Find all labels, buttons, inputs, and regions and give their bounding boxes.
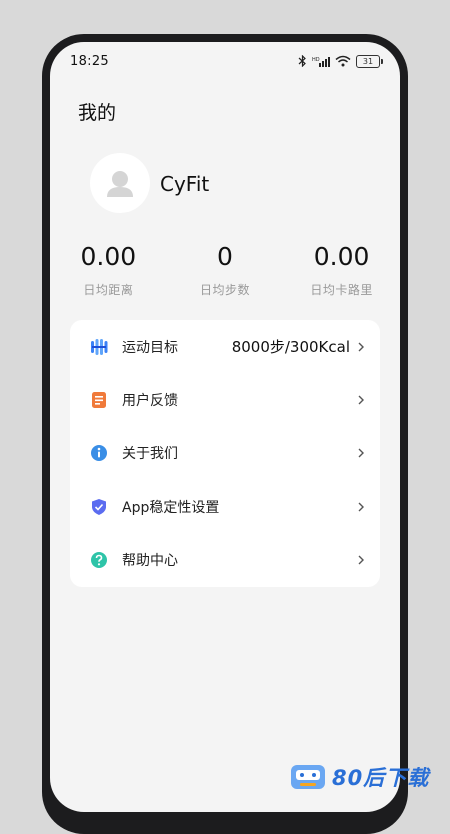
- battery-indicator: 31: [356, 54, 383, 68]
- avatar[interactable]: [90, 153, 150, 213]
- bluetooth-icon: [298, 55, 306, 67]
- watermark: 80后下载: [290, 762, 429, 792]
- wifi-icon: [335, 55, 351, 67]
- svg-text:HD: HD: [312, 57, 320, 63]
- chevron-right-icon: [358, 555, 364, 565]
- signal-icon: HD: [312, 56, 330, 67]
- stat-value: 0: [217, 242, 233, 271]
- info-icon: [90, 444, 108, 462]
- chevron-right-icon: [358, 502, 364, 512]
- stat-calories: 0.00 日均卡路里: [283, 242, 400, 298]
- username: CyFit: [160, 172, 210, 196]
- stat-distance: 0.00 日均距离: [50, 242, 167, 298]
- chevron-right-icon: [358, 342, 364, 352]
- menu-label: 关于我们: [122, 446, 178, 463]
- watermark-text: 80后下载: [332, 766, 430, 790]
- menu-item-stability[interactable]: App稳定性设置: [70, 480, 380, 533]
- menu-label: 运动目标: [122, 339, 178, 356]
- status-icons: HD 31: [298, 54, 383, 68]
- chevron-right-icon: [358, 395, 364, 405]
- stats-row: 0.00 日均距离 0 日均步数 0.00 日均卡路里: [50, 242, 400, 298]
- chevron-right-icon: [358, 448, 364, 458]
- stat-label: 日均步数: [199, 283, 250, 297]
- help-icon: [90, 551, 108, 569]
- stat-steps: 0 日均步数: [167, 242, 284, 298]
- menu-item-about[interactable]: 关于我们: [70, 427, 380, 480]
- menu-item-feedback[interactable]: 用户反馈: [70, 373, 380, 426]
- watermark-logo-icon: [291, 765, 325, 789]
- target-icon: [90, 338, 108, 356]
- menu-card: 运动目标 8000步/300Kcal 用户反馈 关于我们 App稳定性设置 帮助…: [70, 320, 380, 587]
- stat-value: 0.00: [80, 242, 137, 271]
- stat-label: 日均距离: [83, 283, 134, 297]
- default-avatar-icon: [107, 171, 133, 197]
- screen: 18:25 HD 31 我的 CyFit 0.00 日均距离 0 日均步数 0.…: [50, 42, 400, 812]
- shield-icon: [90, 498, 108, 516]
- menu-label: 帮助中心: [122, 553, 178, 570]
- stat-label: 日均卡路里: [310, 283, 373, 297]
- stat-value: 0.00: [313, 242, 370, 271]
- menu-item-goal[interactable]: 运动目标 8000步/300Kcal: [70, 320, 380, 373]
- page-title: 我的: [78, 102, 117, 124]
- status-time: 18:25: [70, 53, 109, 69]
- feedback-icon: [90, 391, 108, 409]
- menu-label: 用户反馈: [122, 393, 178, 410]
- status-bar: 18:25 HD 31: [50, 42, 400, 80]
- menu-value: 8000步/300Kcal: [231, 338, 350, 357]
- menu-label: App稳定性设置: [122, 499, 220, 516]
- menu-item-help[interactable]: 帮助中心: [70, 534, 380, 587]
